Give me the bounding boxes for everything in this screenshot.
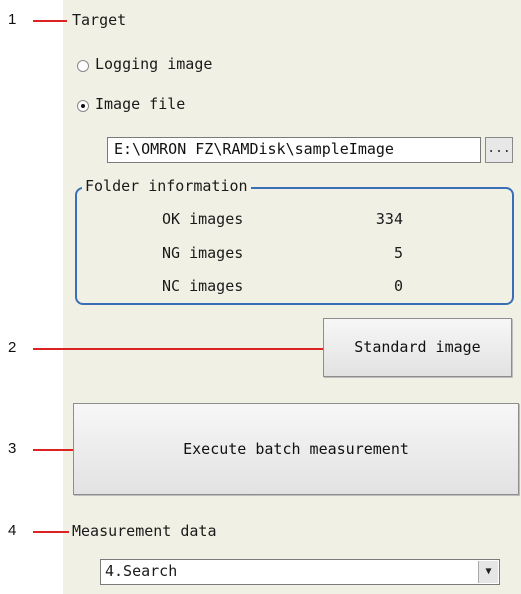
browse-button[interactable]: ...	[485, 137, 513, 163]
callout-line-1	[33, 20, 67, 22]
radio-label-logging-image[interactable]: Logging image	[95, 55, 212, 73]
callout-number-4: 4	[8, 522, 17, 539]
measurement-data-select[interactable]: 4.Search ▼	[100, 559, 500, 585]
callout-number-1: 1	[8, 11, 17, 28]
measurement-data-selected-value: 4.Search	[105, 562, 178, 580]
callout-line-4	[33, 531, 69, 533]
callout-line-3	[33, 449, 73, 451]
nc-images-label: NC images	[162, 277, 244, 295]
radio-selected-icon[interactable]	[77, 100, 89, 112]
target-heading: Target	[72, 11, 127, 29]
execute-batch-measurement-button[interactable]: Execute batch measurement	[73, 403, 519, 495]
ng-images-label: NG images	[162, 244, 244, 262]
radio-unselected-icon[interactable]	[77, 60, 89, 72]
callout-number-3: 3	[8, 440, 17, 457]
standard-image-button[interactable]: Standard image	[323, 318, 512, 377]
folder-information-title: Folder information	[82, 177, 251, 195]
radio-dot-icon	[81, 104, 85, 108]
callout-line-2	[33, 348, 323, 350]
callout-number-2: 2	[8, 339, 17, 356]
ok-images-label: OK images	[162, 210, 244, 228]
nc-images-count: 0	[393, 277, 403, 295]
dropdown-arrow-icon[interactable]: ▼	[478, 561, 498, 583]
image-folder-path-field[interactable]: E:\OMRON FZ\RAMDisk\sampleImage	[107, 137, 481, 163]
radio-label-image-file[interactable]: Image file	[95, 95, 185, 113]
folder-information-group	[75, 187, 514, 305]
measurement-data-heading: Measurement data	[72, 522, 217, 540]
ok-images-count: 334	[375, 210, 403, 228]
ng-images-count: 5	[393, 244, 403, 262]
